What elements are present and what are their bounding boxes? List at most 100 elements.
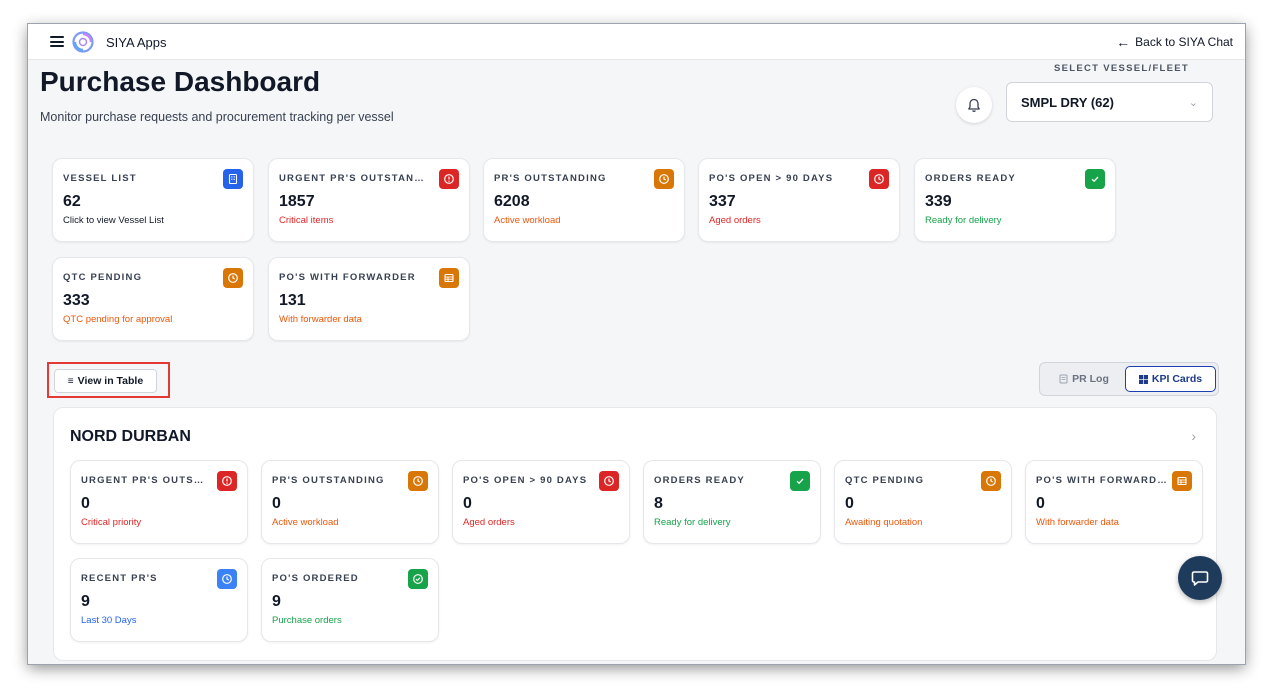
kpi-title: ORDERS READY <box>654 475 745 486</box>
check-icon <box>790 471 810 491</box>
kpi-value: 0 <box>845 495 854 512</box>
kpi-value: 6208 <box>494 193 530 210</box>
kpi-card-qtc-pending[interactable]: QTC PENDING 333 QTC pending for approval <box>52 257 254 341</box>
clock-icon <box>869 169 889 189</box>
kpi-subtitle: Active workload <box>494 215 561 226</box>
vessel-select-label: SELECT VESSEL/FLEET <box>1054 63 1190 74</box>
kpi-card-orders-ready[interactable]: ORDERS READY 339 Ready for delivery <box>914 158 1116 242</box>
kpi-value: 62 <box>63 193 81 210</box>
kpi-value: 8 <box>654 495 663 512</box>
back-to-chat-link[interactable]: ← Back to SIYA Chat <box>1116 35 1233 49</box>
building-icon <box>223 169 243 189</box>
kpi-card-pos-open-90[interactable]: PO'S OPEN > 90 DAYS 337 Aged orders <box>698 158 900 242</box>
vessel-select-value: SMPL DRY (62) <box>1021 94 1114 110</box>
view-toggle: PR Log KPI Cards <box>1039 362 1219 396</box>
app-name: SIYA Apps <box>106 35 167 50</box>
file-icon <box>1059 374 1068 384</box>
kpi-subtitle: Aged orders <box>463 517 515 528</box>
kpi-card-vessel-list[interactable]: VESSEL LIST 62 Click to view Vessel List <box>52 158 254 242</box>
kpi-title: QTC PENDING <box>845 475 925 486</box>
siya-logo-icon <box>72 31 94 53</box>
alert-circle-icon <box>217 471 237 491</box>
bell-icon <box>968 98 980 112</box>
kpi-subtitle: Awaiting quotation <box>845 517 923 528</box>
app-window: SIYA Apps ← Back to SIYA Chat Purchase D… <box>28 24 1245 664</box>
menu-icon[interactable] <box>50 36 64 47</box>
kpi-value: 9 <box>81 593 90 610</box>
kpi-title: ORDERS READY <box>925 173 1016 184</box>
kpi-cards-label: KPI Cards <box>1151 373 1203 385</box>
kpi-value: 339 <box>925 193 952 210</box>
vessel-kpi-prs-outstanding[interactable]: PR'S OUTSTANDING 0 Active workload <box>261 460 439 544</box>
kpi-value: 9 <box>272 593 281 610</box>
chat-button[interactable] <box>1178 556 1222 600</box>
kpi-subtitle: Critical items <box>279 215 334 226</box>
vessel-select[interactable]: SMPL DRY (62) ⌄ <box>1006 82 1213 122</box>
page-title: Purchase Dashboard <box>40 66 321 97</box>
kpi-value: 0 <box>463 495 472 512</box>
kpi-value: 337 <box>709 193 736 210</box>
arrow-left-icon: ← <box>1116 34 1131 50</box>
vessel-kpi-recent-prs[interactable]: RECENT PR'S 9 Last 30 Days <box>70 558 248 642</box>
view-in-table-label: View in Table <box>77 375 144 387</box>
clock-icon <box>654 169 674 189</box>
notifications-button[interactable] <box>956 87 992 123</box>
kpi-subtitle: Ready for delivery <box>925 215 1002 226</box>
kpi-subtitle: Last 30 Days <box>81 615 137 626</box>
kpi-title: PO'S WITH FORWARDER <box>1036 475 1170 486</box>
check-icon <box>1085 169 1105 189</box>
kpi-value: 0 <box>1036 495 1045 512</box>
kpi-subtitle: Purchase orders <box>272 615 342 626</box>
kpi-subtitle: Critical priority <box>81 517 142 528</box>
clock-icon <box>599 471 619 491</box>
vessel-kpi-qtc-pending[interactable]: QTC PENDING 0 Awaiting quotation <box>834 460 1012 544</box>
clock-icon <box>408 471 428 491</box>
grid-icon <box>1138 374 1148 384</box>
alert-circle-icon <box>439 169 459 189</box>
kpi-card-prs-outstanding[interactable]: PR'S OUTSTANDING 6208 Active workload <box>483 158 685 242</box>
kpi-title: PO'S OPEN > 90 DAYS <box>709 173 834 184</box>
vessel-kpi-pos-with-forwarder[interactable]: PO'S WITH FORWARDER 0 With forwarder dat… <box>1025 460 1203 544</box>
vessel-kpi-pos-ordered[interactable]: PO'S ORDERED 9 Purchase orders <box>261 558 439 642</box>
kpi-title: PO'S ORDERED <box>272 573 359 584</box>
kpi-value: 1857 <box>279 193 315 210</box>
check-circle-icon <box>408 569 428 589</box>
kpi-title: VESSEL LIST <box>63 173 137 184</box>
kpi-cards-tab[interactable]: KPI Cards <box>1125 366 1216 392</box>
kpi-card-urgent-prs[interactable]: URGENT PR'S OUTSTANDI... 1857 Critical i… <box>268 158 470 242</box>
vessel-kpi-orders-ready[interactable]: ORDERS READY 8 Ready for delivery <box>643 460 821 544</box>
kpi-title: URGENT PR'S OUTSTA... <box>81 475 207 486</box>
kpi-card-pos-with-forwarder[interactable]: PO'S WITH FORWARDER 131 With forwarder d… <box>268 257 470 341</box>
kpi-title: PO'S WITH FORWARDER <box>279 272 416 283</box>
clock-icon <box>223 268 243 288</box>
list-icon: ≡ <box>67 375 74 387</box>
vessel-name: NORD DURBAN <box>70 428 191 445</box>
pr-log-tab[interactable]: PR Log <box>1044 366 1124 392</box>
kpi-subtitle: Active workload <box>272 517 339 528</box>
kpi-title: QTC PENDING <box>63 272 143 283</box>
clock-icon <box>981 471 1001 491</box>
chevron-down-icon: ⌄ <box>1188 96 1198 109</box>
kpi-subtitle: Aged orders <box>709 215 761 226</box>
vessel-kpi-pos-open-90[interactable]: PO'S OPEN > 90 DAYS 0 Aged orders <box>452 460 630 544</box>
kpi-title: PR'S OUTSTANDING <box>272 475 385 486</box>
page-subtitle: Monitor purchase requests and procuremen… <box>40 110 394 124</box>
kpi-subtitle: Ready for delivery <box>654 517 731 528</box>
chevron-right-icon[interactable]: › <box>1191 428 1196 444</box>
top-bar: SIYA Apps ← Back to SIYA Chat <box>28 24 1245 60</box>
kpi-title: URGENT PR'S OUTSTANDI... <box>279 173 429 184</box>
vessel-kpi-urgent-prs[interactable]: URGENT PR'S OUTSTA... 0 Critical priorit… <box>70 460 248 544</box>
kpi-value: 131 <box>279 292 306 309</box>
table-icon <box>1172 471 1192 491</box>
vessel-section: NORD DURBAN › URGENT PR'S OUTSTA... 0 Cr… <box>53 407 1217 661</box>
kpi-title: RECENT PR'S <box>81 573 158 584</box>
kpi-value: 0 <box>272 495 281 512</box>
kpi-title: PO'S OPEN > 90 DAYS <box>463 475 588 486</box>
kpi-title: PR'S OUTSTANDING <box>494 173 607 184</box>
chat-icon <box>1191 571 1209 586</box>
clock-icon <box>217 569 237 589</box>
kpi-subtitle: With forwarder data <box>1036 517 1119 528</box>
kpi-subtitle: Click to view Vessel List <box>63 215 164 226</box>
view-in-table-button[interactable]: ≡ View in Table <box>54 369 157 393</box>
kpi-value: 0 <box>81 495 90 512</box>
